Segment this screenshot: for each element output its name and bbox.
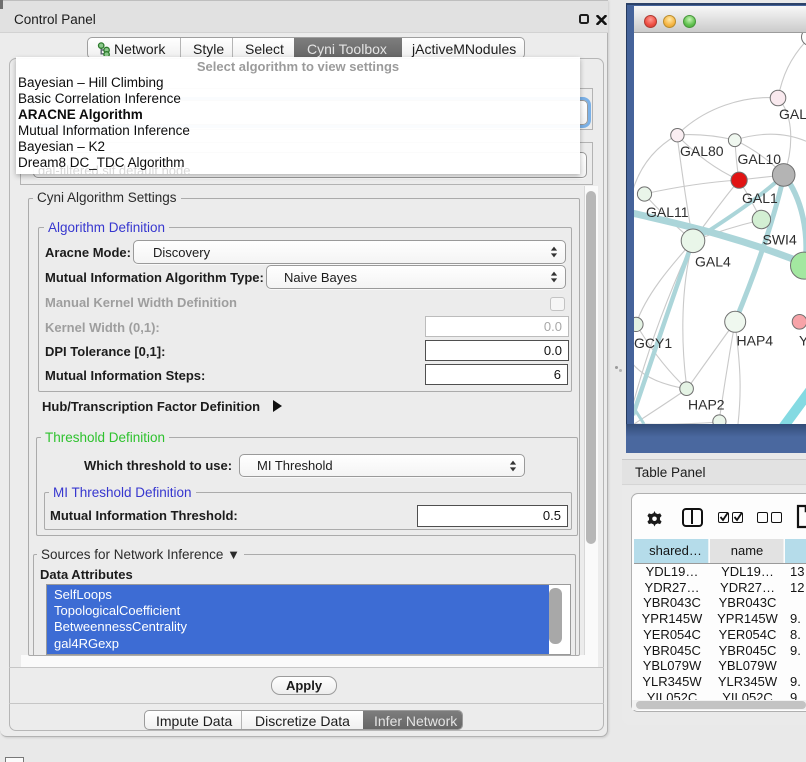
svg-text:GCY1: GCY1 bbox=[634, 335, 672, 351]
svg-text:GAL11: GAL11 bbox=[646, 204, 689, 220]
svg-text:HAP4: HAP4 bbox=[737, 333, 774, 349]
svg-text:GAL4: GAL4 bbox=[695, 254, 731, 270]
svg-text:YJ: YJ bbox=[799, 333, 806, 349]
svg-text:SWI4: SWI4 bbox=[763, 232, 797, 248]
svg-text:GAL10: GAL10 bbox=[738, 151, 782, 167]
svg-text:HAP2: HAP2 bbox=[688, 397, 725, 413]
svg-text:GAL1: GAL1 bbox=[742, 190, 778, 206]
svg-text:GAL80: GAL80 bbox=[680, 143, 724, 159]
svg-text:GAL2: GAL2 bbox=[779, 106, 806, 122]
